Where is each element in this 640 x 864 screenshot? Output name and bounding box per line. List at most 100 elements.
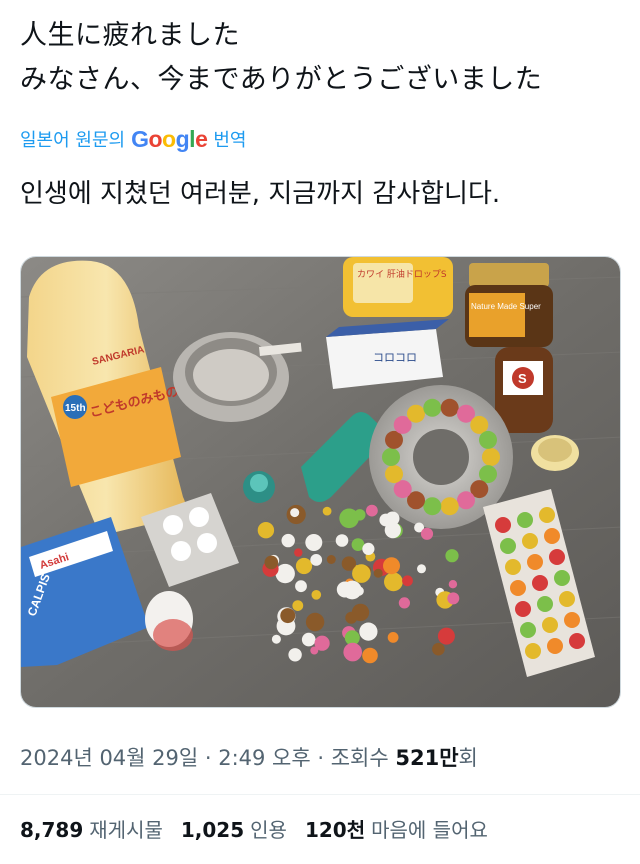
pill <box>292 600 304 611</box>
strip-pill <box>525 643 541 659</box>
pill <box>420 527 434 540</box>
pill <box>384 572 403 592</box>
pill <box>387 632 399 643</box>
pill <box>352 564 371 583</box>
pill <box>310 554 323 566</box>
pill <box>437 627 455 645</box>
retweet-stat[interactable]: 8,789 재게시물 <box>20 814 163 843</box>
pill <box>432 642 445 656</box>
pill <box>271 634 281 644</box>
ring-pill <box>479 465 497 484</box>
pill <box>314 635 330 651</box>
strip-pill <box>569 633 585 649</box>
google-logo: Google <box>131 125 208 152</box>
liver-oil-can: カワイ 肝油ドロップS <box>343 257 453 317</box>
white-blister-pill <box>171 541 191 561</box>
strip-pill <box>510 580 526 596</box>
strip-pill <box>539 507 555 523</box>
pill <box>362 542 375 555</box>
pill <box>281 533 295 548</box>
tweet-line-2: みなさん、今までありがとうございました <box>20 64 543 95</box>
ring-pill <box>382 448 400 466</box>
strip-pill <box>532 575 548 591</box>
ring-pill <box>385 430 403 449</box>
pill <box>305 534 323 551</box>
strip-pill <box>500 538 516 554</box>
tweet-photo[interactable]: SANGARIA 15th こどものみもの カワイ 肝油ドロップS コロコロ N… <box>20 256 621 708</box>
pill <box>342 580 362 600</box>
supplement-bottle: Nature Made Super <box>465 263 553 347</box>
pill <box>295 580 307 593</box>
view-count-unit: 회 <box>458 746 478 770</box>
ring-pill <box>440 497 459 516</box>
pill <box>366 504 378 517</box>
svg-text:Nature Made Super: Nature Made Super <box>471 302 541 311</box>
pill <box>294 548 303 557</box>
white-blister-pill <box>189 507 209 527</box>
pill <box>398 597 410 609</box>
ring-pill <box>385 465 403 484</box>
pill <box>326 555 336 564</box>
ring-pill <box>440 398 459 417</box>
strip-pill <box>522 533 538 549</box>
pill <box>311 590 322 600</box>
ring-pill <box>407 404 425 423</box>
ring-pill <box>482 448 500 466</box>
pill <box>359 622 378 641</box>
strip-pill <box>520 622 536 638</box>
svg-text:カワイ 肝油ドロップS: カワイ 肝油ドロップS <box>357 268 447 280</box>
pill <box>351 603 370 622</box>
pill <box>373 568 383 578</box>
strip-pill <box>564 612 580 628</box>
tweet-line-1: 人生に疲れました <box>20 20 240 51</box>
strip-pill <box>542 617 558 633</box>
pill <box>288 648 302 662</box>
strip-pill <box>527 554 543 570</box>
translation-attribution[interactable]: 일본어 원문의 Google 번역 <box>20 124 246 154</box>
svg-text:S: S <box>518 371 527 386</box>
ring-pill <box>479 430 497 449</box>
strip-pill <box>505 559 521 575</box>
tweet-stats: 8,789 재게시물 1,025 인용 120천 마음에 들어요 <box>20 814 488 843</box>
strip-pill <box>495 517 511 533</box>
svg-text:15th: 15th <box>65 403 86 414</box>
pill <box>383 557 400 575</box>
pill <box>295 557 313 575</box>
quote-stat[interactable]: 1,025 인용 <box>181 814 287 843</box>
pill <box>280 608 296 624</box>
translated-text: 인생에 지쳤던 여러분, 지금까지 감사합니다. <box>20 179 501 209</box>
strip-pill <box>517 512 533 528</box>
tweet-text: 人生に疲れました みなさん、今までありがとうございました <box>20 14 620 102</box>
tweet-datetime[interactable]: 2024년 04월 29일 · 2:49 오후 · 조회수 <box>20 746 389 770</box>
pill <box>335 534 349 547</box>
pill <box>301 632 316 647</box>
pill <box>384 522 401 539</box>
ring-pill <box>423 497 442 516</box>
ring-pill <box>470 415 489 434</box>
pill <box>305 612 325 632</box>
pill <box>362 647 378 664</box>
pill <box>402 575 413 587</box>
strip-pill <box>537 596 553 612</box>
view-count: 521만 <box>395 746 459 770</box>
strip-pill <box>549 549 565 565</box>
pill <box>339 508 359 529</box>
pill <box>322 506 332 516</box>
pill <box>343 642 363 662</box>
divider <box>0 794 640 795</box>
pill <box>445 549 459 563</box>
pill <box>290 508 300 518</box>
strip-pill <box>559 591 575 607</box>
pill <box>448 580 458 589</box>
like-stat[interactable]: 120천 마음에 들어요 <box>305 814 488 843</box>
pill <box>264 555 279 570</box>
strip-pill <box>515 601 531 617</box>
tweet-meta: 2024년 04월 29일 · 2:49 오후 · 조회수 521만회 <box>20 742 478 772</box>
strip-pill <box>547 638 563 654</box>
pill <box>417 564 426 574</box>
white-blister-pill <box>163 515 183 535</box>
pill <box>447 592 460 605</box>
pill <box>257 522 275 539</box>
white-blister-pill <box>197 533 217 553</box>
ring-pill <box>423 398 442 417</box>
